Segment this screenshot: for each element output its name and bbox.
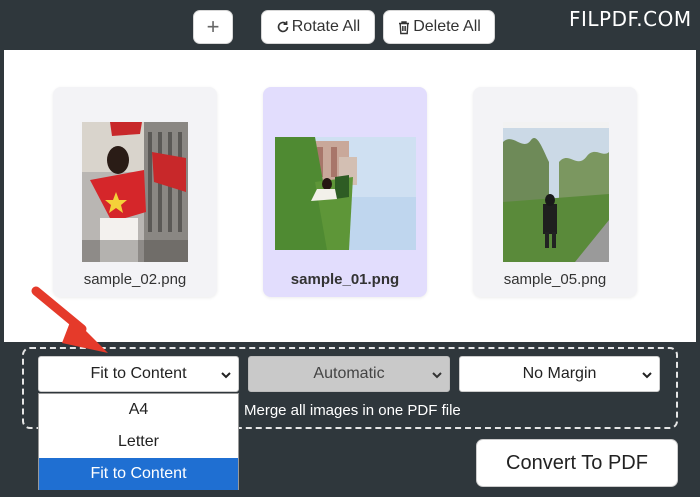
- page-size-select[interactable]: Fit to Content: [38, 356, 239, 392]
- image-card[interactable]: sample_05.png: [473, 87, 637, 297]
- add-image-button[interactable]: +: [193, 10, 233, 44]
- delete-all-button[interactable]: Delete All: [383, 10, 495, 44]
- page-size-option-a4[interactable]: A4: [39, 394, 238, 426]
- margin-selected-value: No Margin: [522, 365, 597, 382]
- image-filename: sample_05.png: [503, 271, 607, 288]
- chevron-down-icon: [221, 372, 231, 379]
- image-thumbnail: [275, 137, 416, 250]
- margin-select[interactable]: No Margin: [459, 356, 660, 392]
- chevron-down-icon: [432, 372, 442, 379]
- delete-all-label: Delete All: [413, 18, 481, 35]
- merge-images-label[interactable]: Merge all images in one PDF file: [244, 402, 461, 419]
- image-filename: sample_01.png: [290, 271, 400, 288]
- image-thumbnail: [503, 122, 609, 262]
- convert-to-pdf-button[interactable]: Convert To PDF: [476, 439, 678, 487]
- page-size-selected-value: Fit to Content: [90, 365, 187, 382]
- page-size-option-letter[interactable]: Letter: [39, 426, 238, 458]
- trash-icon: [399, 20, 410, 34]
- page-size-option-fit-to-content[interactable]: Fit to Content: [39, 458, 238, 490]
- orientation-select[interactable]: Automatic: [248, 356, 450, 392]
- toolbar: + Rotate All Delete All FILPDF.COM: [0, 0, 700, 50]
- rotate-all-label: Rotate All: [291, 18, 361, 35]
- rotate-all-button[interactable]: Rotate All: [261, 10, 375, 44]
- rotate-icon: [277, 21, 289, 33]
- image-card[interactable]: sample_02.png: [53, 87, 217, 297]
- site-logo: FILPDF.COM: [569, 7, 692, 31]
- plus-icon: +: [206, 14, 220, 39]
- orientation-selected-value: Automatic: [313, 365, 385, 382]
- image-thumbnail: [82, 122, 188, 262]
- pointer-arrow-icon: [31, 286, 108, 353]
- image-card[interactable]: sample_01.png: [263, 87, 427, 297]
- chevron-down-icon: [642, 372, 652, 379]
- page-size-dropdown: A4 Letter Fit to Content: [38, 393, 239, 490]
